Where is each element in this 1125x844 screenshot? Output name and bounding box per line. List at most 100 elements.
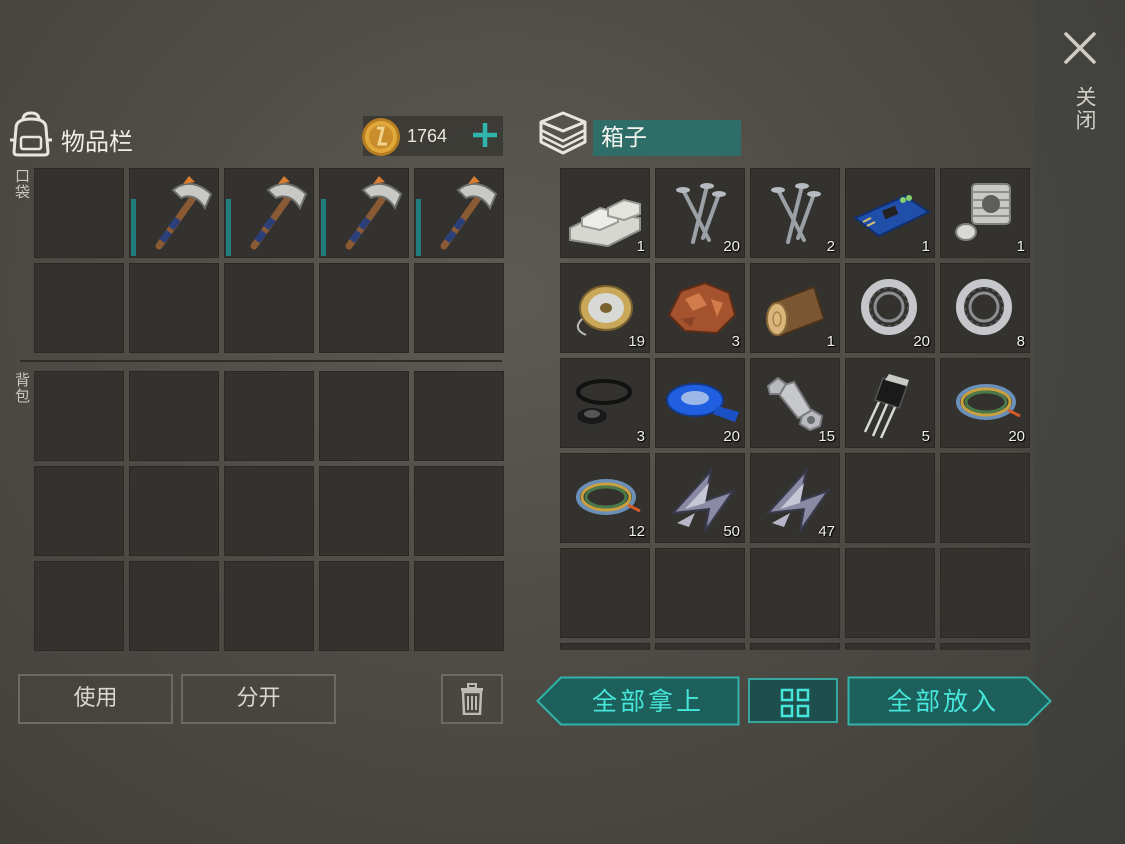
item-quantity: 2 <box>826 238 835 255</box>
item-quantity: 12 <box>628 523 645 540</box>
trash-button[interactable] <box>441 674 503 724</box>
inventory-slot[interactable] <box>319 168 409 258</box>
inventory-slot[interactable] <box>560 548 650 638</box>
chest-grid: 1 20 2 1 1 19 3 1 20 8 3 20 15 5 20 12 50 47 <box>560 168 1032 650</box>
inventory-slot[interactable] <box>414 561 504 651</box>
split-button[interactable]: 分开 <box>181 674 336 724</box>
inventory-slot[interactable] <box>129 561 219 651</box>
add-coins-icon[interactable] <box>469 118 501 152</box>
grid-sort-icon <box>780 688 810 718</box>
inventory-slot[interactable]: 20 <box>655 168 745 258</box>
item-quantity: 3 <box>731 333 740 350</box>
item-quantity: 50 <box>723 523 740 540</box>
inventory-slot[interactable] <box>34 561 124 651</box>
inventory-slot[interactable]: 8 <box>940 263 1030 353</box>
inventory-slot[interactable] <box>224 561 314 651</box>
pickaxe-icon <box>345 176 403 250</box>
inventory-header: 物品栏 1764 <box>8 108 508 160</box>
pocket-backpack-divider <box>20 360 502 362</box>
item-quantity: 1 <box>826 333 835 350</box>
chest-scroll-area[interactable]: 1 20 2 1 1 19 3 1 20 8 3 20 15 5 20 12 50 47 <box>560 168 1032 650</box>
inventory-slot[interactable] <box>319 561 409 651</box>
item-quantity: 20 <box>723 238 740 255</box>
inventory-slot[interactable] <box>224 466 314 556</box>
inventory-slot[interactable] <box>129 466 219 556</box>
inventory-slot[interactable]: 20 <box>655 358 745 448</box>
inventory-slot[interactable]: 47 <box>750 453 840 543</box>
trash-icon <box>461 683 483 715</box>
item-quantity: 15 <box>818 428 835 445</box>
inventory-slot[interactable] <box>34 263 124 353</box>
backpack-icon <box>10 111 52 157</box>
inventory-slot[interactable] <box>129 371 219 461</box>
inventory-slot[interactable] <box>129 263 219 353</box>
chest-name-field[interactable]: 箱子 <box>593 120 741 156</box>
durability-bar <box>226 199 231 256</box>
inventory-slot[interactable] <box>129 168 219 258</box>
gold-coin-icon <box>362 118 400 156</box>
close-label: 关闭 <box>1073 86 1097 132</box>
inventory-slot[interactable]: 5 <box>845 358 935 448</box>
item-quantity: 1 <box>636 238 645 255</box>
inventory-title: 物品栏 <box>61 128 133 156</box>
sort-button[interactable] <box>748 678 838 723</box>
item-quantity: 47 <box>818 523 835 540</box>
inventory-slot[interactable] <box>414 466 504 556</box>
durability-bar <box>131 199 136 256</box>
inventory-slot[interactable] <box>224 371 314 461</box>
take-all-label: 全部拿上 <box>592 687 705 716</box>
inventory-slot[interactable]: 20 <box>845 263 935 353</box>
pickaxe-icon <box>155 176 213 250</box>
inventory-slot[interactable] <box>750 643 840 650</box>
inventory-slot[interactable] <box>845 453 935 543</box>
inventory-slot[interactable]: 1 <box>940 168 1030 258</box>
inventory-slot[interactable] <box>655 643 745 650</box>
inventory-slot[interactable]: 1 <box>750 263 840 353</box>
coin-amount: 1764 <box>407 126 448 146</box>
take-all-button[interactable]: 全部拿上 <box>536 676 740 726</box>
inventory-slot[interactable] <box>845 643 935 650</box>
inventory-slot[interactable]: 2 <box>750 168 840 258</box>
inventory-slot[interactable] <box>845 548 935 638</box>
inventory-slot[interactable] <box>560 643 650 650</box>
inventory-slot[interactable] <box>34 371 124 461</box>
close-icon <box>1064 32 1096 64</box>
use-button[interactable]: 使用 <box>18 674 173 724</box>
inventory-slot[interactable]: 12 <box>560 453 650 543</box>
inventory-slot[interactable] <box>224 263 314 353</box>
inventory-slot[interactable] <box>414 168 504 258</box>
inventory-slot[interactable]: 19 <box>560 263 650 353</box>
coin-counter: 1764 <box>362 116 503 156</box>
inventory-slot[interactable]: 3 <box>560 358 650 448</box>
inventory-slot[interactable] <box>750 548 840 638</box>
inventory-slot[interactable] <box>319 371 409 461</box>
inventory-slot[interactable]: 1 <box>560 168 650 258</box>
inventory-slot[interactable]: 3 <box>655 263 745 353</box>
inventory-slot[interactable] <box>224 168 314 258</box>
close-button[interactable]: 关闭 <box>1060 30 1104 150</box>
inventory-slot[interactable] <box>655 548 745 638</box>
inventory-slot[interactable]: 20 <box>940 358 1030 448</box>
item-quantity: 20 <box>913 333 930 350</box>
item-quantity: 8 <box>1016 333 1025 350</box>
durability-bar <box>416 199 421 256</box>
inventory-slot[interactable] <box>319 466 409 556</box>
inventory-slot[interactable]: 15 <box>750 358 840 448</box>
inventory-slot[interactable]: 1 <box>845 168 935 258</box>
inventory-slot[interactable] <box>34 168 124 258</box>
backpack-label: 背包 <box>13 372 31 404</box>
item-quantity: 3 <box>636 428 645 445</box>
item-quantity: 1 <box>921 238 930 255</box>
chest-header: 箱子 <box>538 108 1038 160</box>
inventory-slot[interactable] <box>319 263 409 353</box>
inventory-slot[interactable] <box>940 643 1030 650</box>
durability-bar <box>321 199 326 256</box>
inventory-slot[interactable] <box>940 548 1030 638</box>
put-all-button[interactable]: 全部放入 <box>847 676 1052 726</box>
inventory-slot[interactable]: 50 <box>655 453 745 543</box>
box-icon <box>539 111 587 155</box>
inventory-slot[interactable] <box>414 371 504 461</box>
inventory-slot[interactable] <box>34 466 124 556</box>
inventory-slot[interactable] <box>940 453 1030 543</box>
inventory-slot[interactable] <box>414 263 504 353</box>
